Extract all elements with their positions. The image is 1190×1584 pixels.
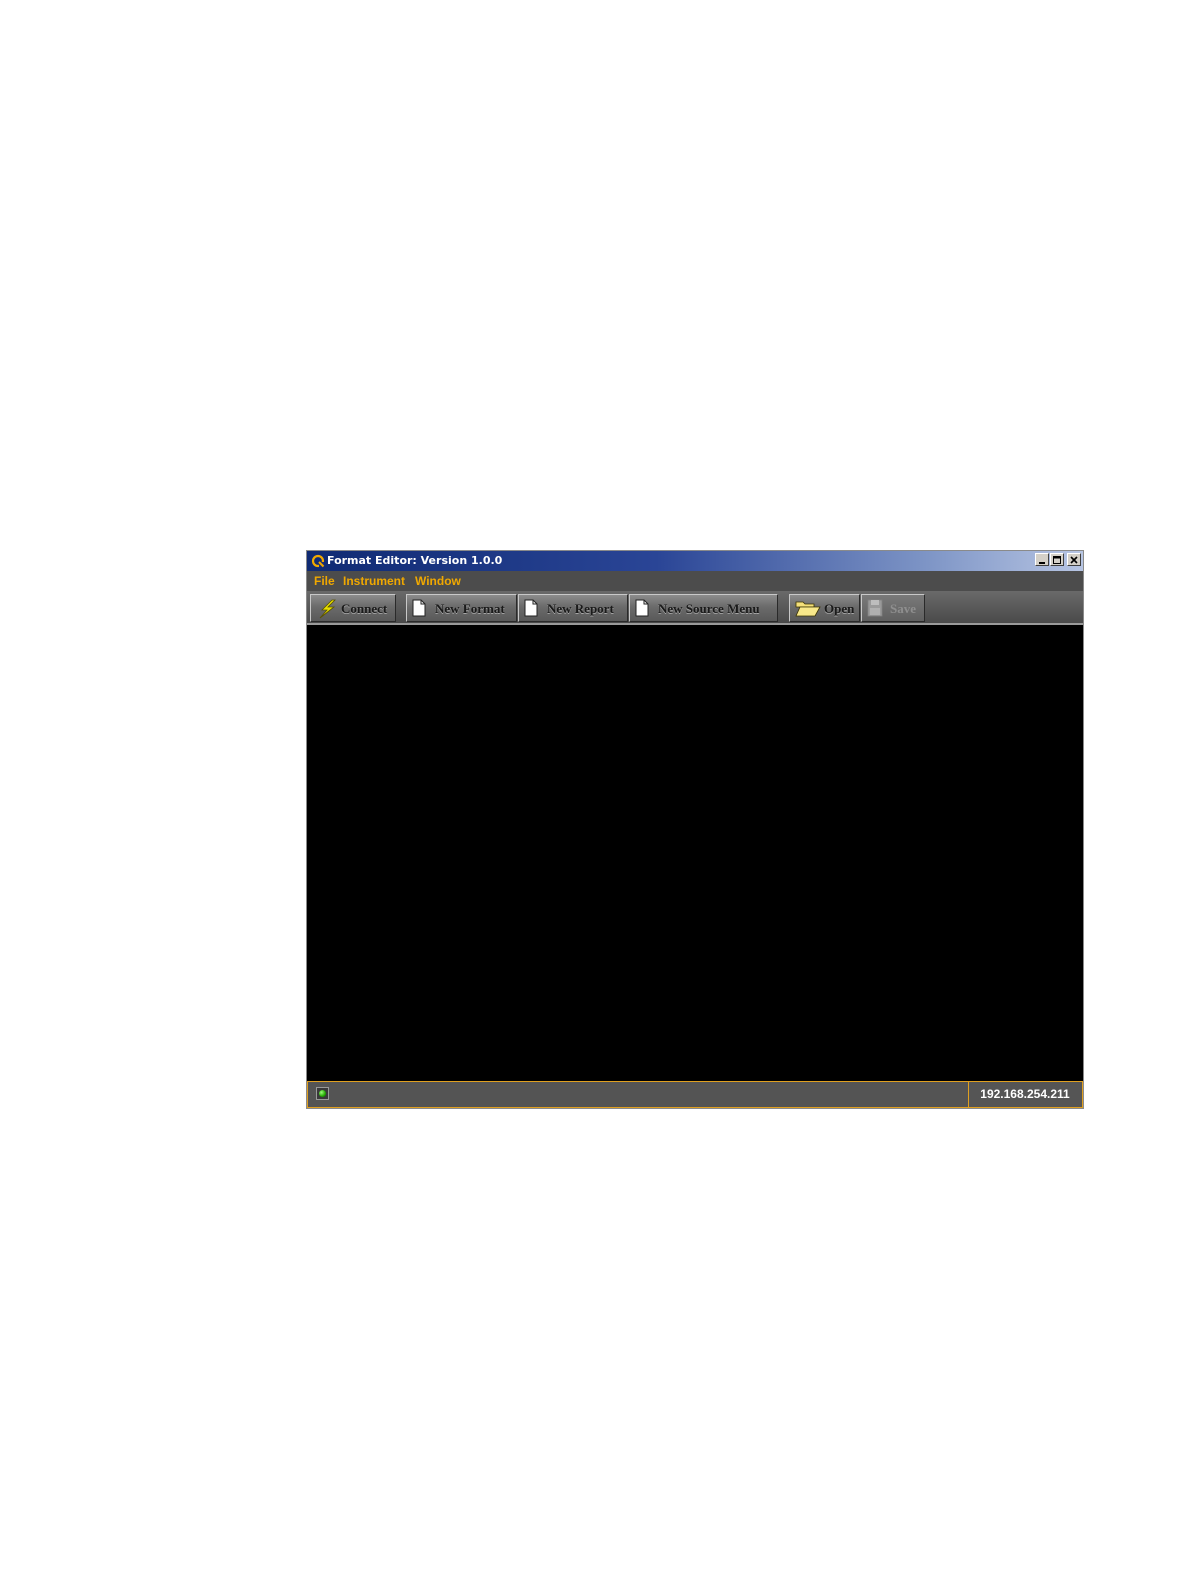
document-icon [412, 599, 426, 617]
format-editor-window: Format Editor: Version 1.0.0 File Instru… [306, 550, 1084, 1109]
connect-button[interactable]: Connect [310, 594, 396, 622]
window-controls [1035, 553, 1081, 566]
document-icon [635, 599, 649, 617]
save-label: Save [890, 601, 916, 616]
save-button[interactable]: Save [861, 594, 925, 622]
window-title: Format Editor: Version 1.0.0 [327, 554, 503, 567]
connection-status-indicator [316, 1087, 329, 1100]
editor-workspace[interactable] [307, 627, 1083, 1081]
close-icon [1070, 556, 1078, 564]
maximize-button[interactable] [1050, 553, 1064, 566]
title-bar[interactable]: Format Editor: Version 1.0.0 [307, 551, 1083, 571]
app-logo-icon [311, 554, 325, 568]
new-format-label: New Format [435, 601, 505, 616]
new-report-button[interactable]: New Report [518, 594, 628, 622]
menu-instrument[interactable]: Instrument [343, 574, 405, 588]
connect-label: Connect [341, 601, 388, 616]
menu-file[interactable]: File [314, 574, 335, 588]
folder-open-icon [795, 601, 821, 617]
close-button[interactable] [1067, 553, 1081, 566]
ip-address-field: 192.168.254.211 [968, 1082, 1081, 1107]
new-source-menu-button[interactable]: New Source Menu [629, 594, 778, 622]
menu-bar: File Instrument Window [307, 571, 1083, 591]
toolbar: Connect New Format New Report New Source… [307, 591, 1083, 625]
document-icon [524, 599, 538, 617]
minimize-button[interactable] [1035, 553, 1049, 566]
new-source-menu-label: New Source Menu [658, 601, 760, 616]
floppy-disk-icon [867, 599, 883, 617]
menu-window[interactable]: Window [415, 574, 461, 588]
minimize-icon [1039, 562, 1045, 564]
maximize-icon [1053, 556, 1061, 564]
new-format-button[interactable]: New Format [406, 594, 517, 622]
open-button[interactable]: Open [789, 594, 860, 622]
status-bar: 192.168.254.211 [307, 1081, 1083, 1108]
green-led-icon [319, 1090, 326, 1097]
open-label: Open [824, 601, 855, 616]
lightning-icon [319, 599, 336, 619]
new-report-label: New Report [547, 601, 614, 616]
